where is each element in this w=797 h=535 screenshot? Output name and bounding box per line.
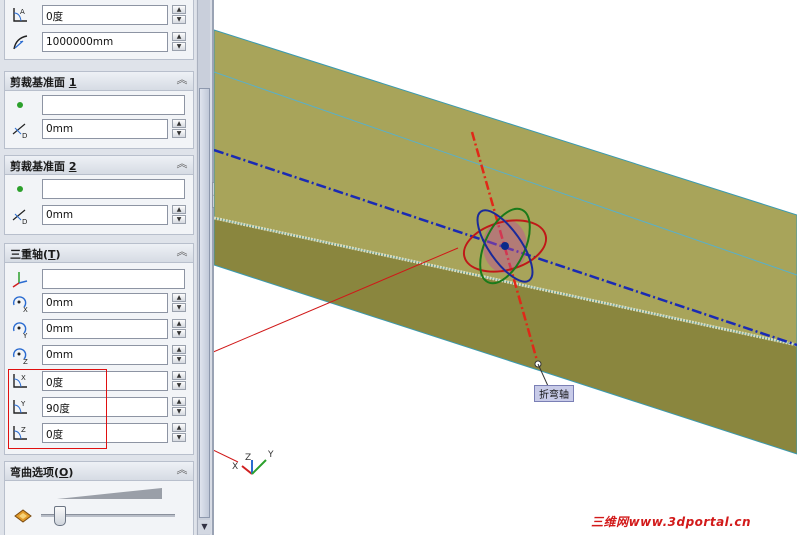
trim-plane-2-hotkey: 2 bbox=[68, 160, 77, 173]
angle-spinner[interactable]: ▲ ▼ bbox=[172, 5, 186, 25]
rotation-highlight-box bbox=[8, 369, 107, 449]
watermark: 三维网www.3dportal.cn bbox=[591, 515, 751, 529]
bend-options-title: 弯曲选项 bbox=[10, 466, 54, 479]
axis-z-label: Z bbox=[245, 453, 252, 463]
triad-y-row: Y 0mm ▲ ▼ bbox=[5, 318, 195, 340]
axis-y-label: Y bbox=[268, 450, 274, 460]
collapse-icon[interactable]: ︽ bbox=[176, 73, 188, 87]
vertex-icon bbox=[17, 102, 23, 108]
bend-options-group: 弯曲选项(O) ︽ bbox=[4, 461, 194, 535]
trim-plane-2-distance-row: D 0mm ▲ ▼ bbox=[5, 204, 195, 226]
collapse-icon[interactable]: ︽ bbox=[176, 463, 188, 477]
triad-z-field[interactable]: 0mm bbox=[42, 345, 168, 365]
scroll-down-arrow-icon[interactable]: ▼ bbox=[198, 520, 211, 534]
trim-plane-1-vertex-row bbox=[5, 94, 195, 116]
radius-spinner[interactable]: ▲ ▼ bbox=[172, 32, 186, 52]
svg-text:D: D bbox=[22, 132, 27, 139]
triad-rot-z-spinner[interactable]: ▲ ▼ bbox=[172, 423, 186, 443]
angle-field[interactable]: 0度 bbox=[42, 5, 168, 25]
translate-y-icon: Y bbox=[12, 322, 28, 339]
accuracy-icon bbox=[14, 509, 32, 523]
triad-x-field[interactable]: 0mm bbox=[42, 293, 168, 313]
svg-text:Z: Z bbox=[23, 358, 28, 365]
triad-rot-x-spinner[interactable]: ▲ ▼ bbox=[172, 371, 186, 391]
triad-origin-row bbox=[5, 268, 195, 290]
trim-plane-1-distance-row: D 0mm ▲ ▼ bbox=[5, 118, 195, 140]
triad-icon bbox=[12, 272, 28, 288]
trim-plane-1-distance-field[interactable]: 0mm bbox=[42, 119, 168, 139]
trim-plane-2-group: 剪裁基准面 2 ︽ D 0mm ▲ ▼ bbox=[4, 155, 194, 235]
trim-plane-2-distance-spinner[interactable]: ▲ ▼ bbox=[172, 205, 186, 225]
triad-x-row: X 0mm ▲ ▼ bbox=[5, 292, 195, 314]
svg-text:A: A bbox=[20, 8, 25, 16]
vertex-icon bbox=[17, 186, 23, 192]
triad-title: 三重轴 bbox=[10, 248, 43, 261]
translate-z-icon: Z bbox=[12, 348, 28, 365]
triad-hotkey: T bbox=[48, 248, 56, 261]
property-manager: A 0度 ▲ ▼ 1000000mm ▲ ▼ 剪裁基准面 1 ︽ D 0mm ▲… bbox=[0, 0, 212, 535]
trim-plane-1-hotkey: 1 bbox=[68, 76, 77, 89]
triad-rot-y-spinner[interactable]: ▲ ▼ bbox=[172, 397, 186, 417]
bend-parameters-group: A 0度 ▲ ▼ 1000000mm ▲ ▼ bbox=[4, 0, 194, 60]
trim-plane-2-vertex-row bbox=[5, 178, 195, 200]
graphics-viewport[interactable]: 折弯轴 三维网www.3dportal.cn bbox=[214, 0, 797, 535]
distance-icon: D bbox=[12, 123, 27, 139]
trim-plane-1-title: 剪裁基准面 bbox=[10, 76, 65, 89]
bend-axis-label: 折弯轴 bbox=[534, 385, 574, 402]
radius-icon bbox=[13, 35, 28, 50]
triad-origin-field[interactable] bbox=[42, 269, 185, 289]
bend-options-hotkey: O bbox=[59, 466, 69, 479]
distance-icon: D bbox=[12, 209, 27, 225]
pm-scroll-thumb[interactable] bbox=[199, 88, 210, 518]
model-view bbox=[214, 29, 797, 475]
radius-field[interactable]: 1000000mm bbox=[42, 32, 168, 52]
radius-row: 1000000mm ▲ ▼ bbox=[5, 31, 195, 53]
triad-z-row: Z 0mm ▲ ▼ bbox=[5, 344, 195, 366]
trim-plane-1-group: 剪裁基准面 1 ︽ D 0mm ▲ ▼ bbox=[4, 71, 194, 149]
trim-plane-2-title: 剪裁基准面 bbox=[10, 160, 65, 173]
bend-options-header[interactable]: 弯曲选项(O) ︽ bbox=[5, 462, 193, 481]
triad-z-spinner[interactable]: ▲ ▼ bbox=[172, 345, 186, 365]
angle-row: A 0度 ▲ ▼ bbox=[5, 4, 195, 26]
trim-plane-2-distance-field[interactable]: 0mm bbox=[42, 205, 168, 225]
triad-x-spinner[interactable]: ▲ ▼ bbox=[172, 293, 186, 313]
trim-plane-2-header[interactable]: 剪裁基准面 2 ︽ bbox=[5, 156, 193, 175]
angle-icon: A bbox=[13, 8, 27, 22]
collapse-icon[interactable]: ︽ bbox=[176, 245, 188, 259]
svg-text:X: X bbox=[23, 306, 28, 313]
translate-x-icon: X bbox=[12, 296, 28, 313]
triad-header[interactable]: 三重轴(T) ︽ bbox=[5, 244, 193, 263]
property-manager-panel: A 0度 ▲ ▼ 1000000mm ▲ ▼ 剪裁基准面 1 ︽ D 0mm ▲… bbox=[0, 0, 196, 535]
pm-scrollbar[interactable]: ▼ bbox=[197, 0, 211, 535]
svg-text:Y: Y bbox=[22, 332, 28, 339]
svg-text:D: D bbox=[22, 218, 27, 225]
trim-plane-1-header[interactable]: 剪裁基准面 1 ︽ bbox=[5, 72, 193, 91]
trim-plane-1-vertex-field[interactable] bbox=[42, 95, 185, 115]
axis-x-label: X bbox=[232, 462, 239, 472]
triad-y-field[interactable]: 0mm bbox=[42, 319, 168, 339]
triad-y-spinner[interactable]: ▲ ▼ bbox=[172, 319, 186, 339]
collapse-icon[interactable]: ︽ bbox=[176, 157, 188, 171]
trim-plane-2-vertex-field[interactable] bbox=[42, 179, 185, 199]
trim-plane-1-distance-spinner[interactable]: ▲ ▼ bbox=[172, 119, 186, 139]
accuracy-slider-thumb[interactable] bbox=[54, 506, 66, 526]
accuracy-ramp bbox=[57, 488, 162, 499]
